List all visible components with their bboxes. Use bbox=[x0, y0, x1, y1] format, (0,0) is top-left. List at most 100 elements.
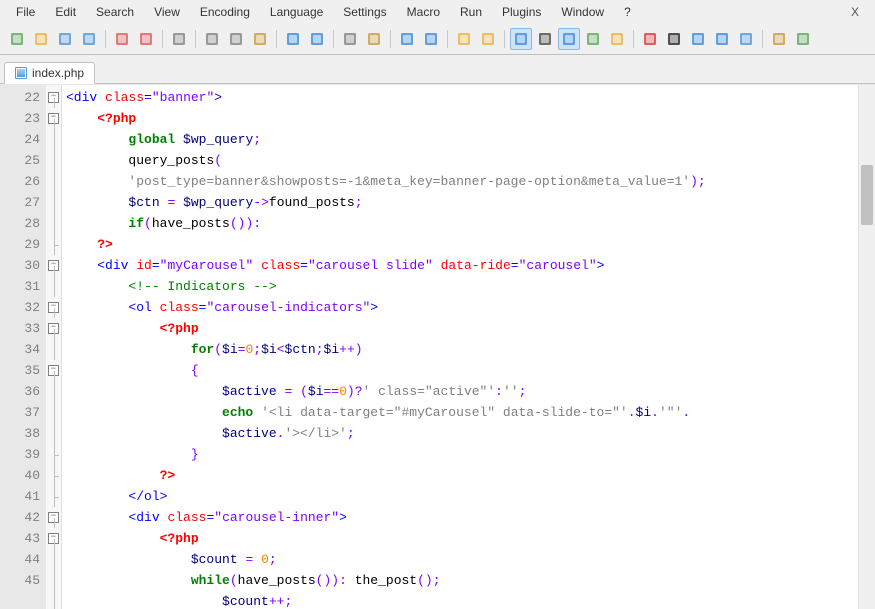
new-file-button[interactable] bbox=[6, 28, 28, 50]
code-line[interactable]: </ol> bbox=[66, 486, 875, 507]
clipboard-history-button[interactable] bbox=[768, 28, 790, 50]
sync-h-button[interactable] bbox=[477, 28, 499, 50]
menu-search[interactable]: Search bbox=[86, 3, 144, 21]
menu-file[interactable]: File bbox=[6, 3, 45, 21]
menu-encoding[interactable]: Encoding bbox=[190, 3, 260, 21]
record-macro-button[interactable] bbox=[639, 28, 661, 50]
fold-marker[interactable] bbox=[46, 591, 61, 609]
code-line[interactable]: while(have_posts()): the_post(); bbox=[66, 570, 875, 591]
code-line[interactable]: <?php bbox=[66, 108, 875, 129]
menu-?[interactable]: ? bbox=[614, 3, 641, 21]
code-line[interactable]: 'post_type=banner&showposts=-1&meta_key=… bbox=[66, 171, 875, 192]
code-line[interactable]: <ol class="carousel-indicators"> bbox=[66, 297, 875, 318]
sync-v-button[interactable] bbox=[453, 28, 475, 50]
fold-marker[interactable]: − bbox=[46, 507, 61, 528]
menu-view[interactable]: View bbox=[144, 3, 190, 21]
code-line[interactable]: query_posts( bbox=[66, 150, 875, 171]
menu-language[interactable]: Language bbox=[260, 3, 333, 21]
menu-run[interactable]: Run bbox=[450, 3, 492, 21]
fold-marker[interactable] bbox=[46, 465, 61, 486]
fold-marker[interactable]: − bbox=[46, 255, 61, 276]
menu-plugins[interactable]: Plugins bbox=[492, 3, 551, 21]
code-line[interactable]: { bbox=[66, 360, 875, 381]
code-line[interactable]: $count = 0; bbox=[66, 549, 875, 570]
code-line[interactable]: global $wp_query; bbox=[66, 129, 875, 150]
fold-marker[interactable] bbox=[46, 234, 61, 255]
doc-map-button[interactable] bbox=[606, 28, 628, 50]
fold-marker[interactable]: − bbox=[46, 360, 61, 381]
code-line[interactable]: for($i=0;$i<$ctn;$i++) bbox=[66, 339, 875, 360]
code-line[interactable]: <div class="banner"> bbox=[66, 87, 875, 108]
fold-marker[interactable] bbox=[46, 570, 61, 591]
play-macro-button[interactable] bbox=[687, 28, 709, 50]
zoom-in-button[interactable] bbox=[396, 28, 418, 50]
fold-marker[interactable] bbox=[46, 339, 61, 360]
close-file-button[interactable] bbox=[111, 28, 133, 50]
line-number: 44 bbox=[0, 549, 40, 570]
save-all-button[interactable] bbox=[78, 28, 100, 50]
code-area[interactable]: <div class="banner"> <?php global $wp_qu… bbox=[62, 85, 875, 609]
stop-macro-button[interactable] bbox=[663, 28, 685, 50]
code-line[interactable]: ?> bbox=[66, 234, 875, 255]
code-line[interactable]: $count++; bbox=[66, 591, 875, 609]
code-line[interactable]: <div id="myCarousel" class="carousel sli… bbox=[66, 255, 875, 276]
cut-button[interactable] bbox=[201, 28, 223, 50]
code-line[interactable]: if(have_posts()): bbox=[66, 213, 875, 234]
fold-marker[interactable]: − bbox=[46, 87, 61, 108]
zoom-out-button[interactable] bbox=[420, 28, 442, 50]
fold-marker[interactable]: − bbox=[46, 297, 61, 318]
menu-macro[interactable]: Macro bbox=[397, 3, 450, 21]
fold-marker[interactable]: − bbox=[46, 108, 61, 129]
spell-check-button[interactable] bbox=[792, 28, 814, 50]
fold-marker[interactable]: − bbox=[46, 318, 61, 339]
code-editor[interactable]: 2223242526272829303132333435363738394041… bbox=[0, 84, 875, 609]
play-multi-button[interactable] bbox=[711, 28, 733, 50]
fold-marker[interactable] bbox=[46, 402, 61, 423]
fold-marker[interactable] bbox=[46, 213, 61, 234]
all-chars-button[interactable] bbox=[534, 28, 556, 50]
fold-marker[interactable] bbox=[46, 150, 61, 171]
menu-edit[interactable]: Edit bbox=[45, 3, 86, 21]
code-line[interactable]: $active.'></li>'; bbox=[66, 423, 875, 444]
code-line[interactable]: <?php bbox=[66, 528, 875, 549]
code-line[interactable]: <!-- Indicators --> bbox=[66, 276, 875, 297]
code-line[interactable]: $active = ($i==0)?' class="active"':''; bbox=[66, 381, 875, 402]
lang-button[interactable] bbox=[582, 28, 604, 50]
print-button[interactable] bbox=[168, 28, 190, 50]
code-line[interactable]: ?> bbox=[66, 465, 875, 486]
fold-marker[interactable] bbox=[46, 486, 61, 507]
fold-marker[interactable] bbox=[46, 549, 61, 570]
word-wrap-button[interactable] bbox=[510, 28, 532, 50]
paste-button[interactable] bbox=[249, 28, 271, 50]
fold-marker[interactable] bbox=[46, 423, 61, 444]
code-line[interactable]: $ctn = $wp_query->found_posts; bbox=[66, 192, 875, 213]
open-file-button[interactable] bbox=[30, 28, 52, 50]
vertical-scrollbar[interactable] bbox=[858, 85, 875, 609]
fold-marker[interactable]: − bbox=[46, 528, 61, 549]
fold-marker[interactable] bbox=[46, 192, 61, 213]
copy-button[interactable] bbox=[225, 28, 247, 50]
code-line[interactable]: echo '<li data-target="#myCarousel" data… bbox=[66, 402, 875, 423]
save-macro-button[interactable] bbox=[735, 28, 757, 50]
menu-window[interactable]: Window bbox=[551, 3, 614, 21]
fold-marker[interactable] bbox=[46, 381, 61, 402]
code-line[interactable]: <?php bbox=[66, 318, 875, 339]
indent-guide-button[interactable] bbox=[558, 28, 580, 50]
save-file-button[interactable] bbox=[54, 28, 76, 50]
code-line[interactable]: } bbox=[66, 444, 875, 465]
fold-marker[interactable] bbox=[46, 276, 61, 297]
close-all-button[interactable] bbox=[135, 28, 157, 50]
fold-gutter[interactable]: −−−−−−−− bbox=[46, 85, 62, 609]
close-icon[interactable]: X bbox=[841, 3, 869, 21]
fold-marker[interactable] bbox=[46, 444, 61, 465]
find-button[interactable] bbox=[339, 28, 361, 50]
replace-button[interactable] bbox=[363, 28, 385, 50]
code-line[interactable]: <div class="carousel-inner"> bbox=[66, 507, 875, 528]
scrollbar-thumb[interactable] bbox=[861, 165, 873, 225]
file-tab[interactable]: index.php bbox=[4, 62, 95, 84]
redo-button[interactable] bbox=[306, 28, 328, 50]
fold-marker[interactable] bbox=[46, 129, 61, 150]
undo-button[interactable] bbox=[282, 28, 304, 50]
fold-marker[interactable] bbox=[46, 171, 61, 192]
menu-settings[interactable]: Settings bbox=[333, 3, 396, 21]
